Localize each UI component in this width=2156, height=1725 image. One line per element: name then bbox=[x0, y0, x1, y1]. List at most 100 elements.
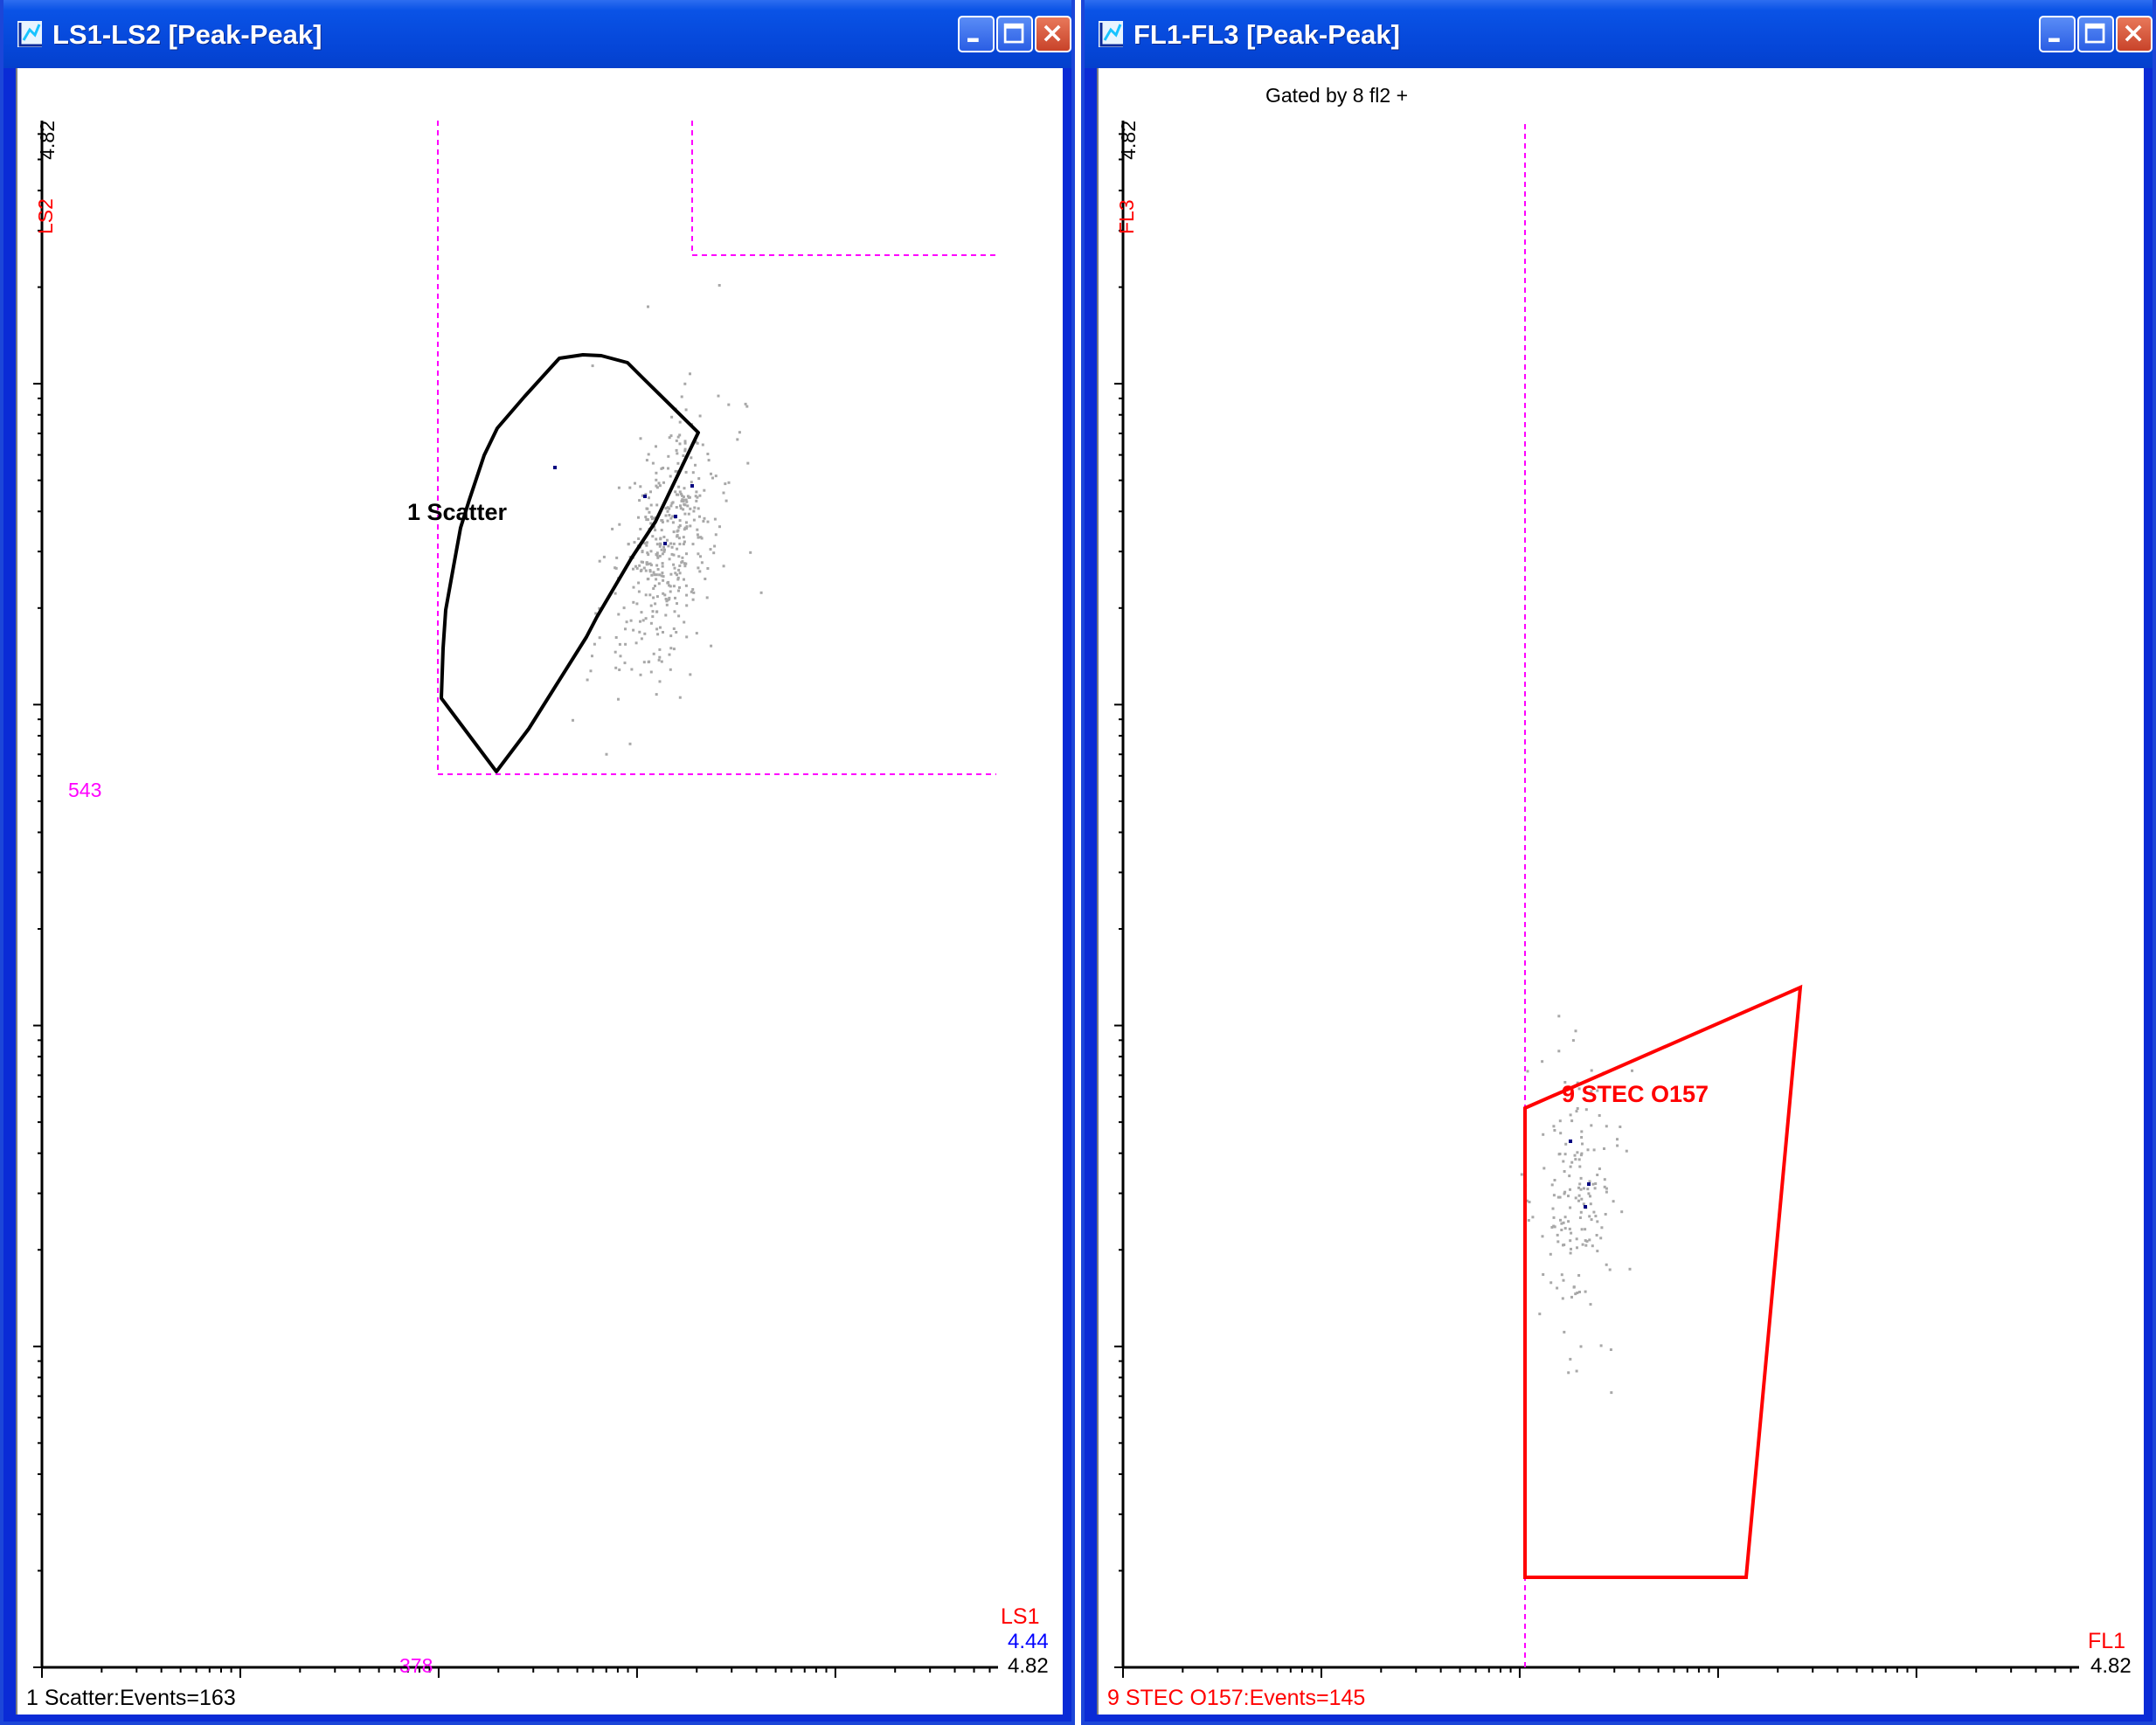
event-dot bbox=[572, 718, 574, 722]
close-button[interactable] bbox=[1035, 16, 1071, 52]
event-dot bbox=[1616, 1138, 1619, 1141]
title-bar[interactable]: LS1-LS2 [Peak-Peak] bbox=[3, 0, 1071, 68]
scatter-gate-polygon[interactable] bbox=[440, 353, 700, 773]
event-dot bbox=[642, 661, 646, 664]
event-dot bbox=[692, 509, 696, 513]
stec-o157-gate-polygon[interactable] bbox=[1523, 984, 1803, 1579]
event-dot bbox=[691, 543, 695, 546]
event-dot bbox=[1569, 1206, 1572, 1209]
event-dot bbox=[1596, 1174, 1599, 1176]
event-dot bbox=[667, 467, 669, 470]
event-dot bbox=[655, 693, 658, 696]
event-dot bbox=[678, 490, 682, 494]
event-dot bbox=[671, 515, 675, 518]
event-dot bbox=[1557, 1015, 1561, 1018]
event-dot bbox=[670, 502, 674, 505]
event-dot bbox=[676, 435, 680, 439]
plot-area[interactable]: 9 STEC O157 Gated by 8 fl2 + 4.82 FL3 FL… bbox=[1097, 68, 2144, 1715]
event-dot bbox=[683, 540, 686, 544]
event-dot bbox=[1560, 1273, 1563, 1277]
event-dot bbox=[1578, 1291, 1581, 1293]
event-dot bbox=[649, 670, 653, 674]
event-dot bbox=[1551, 1207, 1555, 1210]
quadrant-markers[interactable] bbox=[437, 121, 1000, 775]
event-dot bbox=[644, 617, 648, 620]
event-dot bbox=[686, 495, 690, 498]
event-dot bbox=[1559, 1218, 1562, 1222]
event-dot bbox=[678, 572, 682, 575]
event-dot bbox=[1569, 1165, 1572, 1168]
event-dot bbox=[637, 516, 640, 519]
event-dot bbox=[658, 648, 662, 651]
maximize-icon bbox=[1003, 23, 1024, 44]
event-dot bbox=[1576, 1107, 1579, 1110]
maximize-button[interactable] bbox=[2077, 16, 2114, 52]
event-dot bbox=[697, 477, 701, 481]
event-dot bbox=[687, 512, 690, 516]
event-dot bbox=[1581, 1142, 1584, 1146]
event-dot bbox=[673, 566, 676, 570]
event-dot bbox=[696, 528, 699, 531]
event-dot bbox=[1549, 1252, 1552, 1256]
event-dot bbox=[1569, 1251, 1572, 1255]
event-dot bbox=[1605, 1190, 1608, 1194]
event-dot bbox=[628, 486, 632, 489]
event-dot bbox=[1596, 1220, 1599, 1223]
minimize-icon bbox=[967, 38, 979, 43]
fl1-fl3-dot-plot[interactable]: 9 STEC O157 Gated by 8 fl2 + 4.82 FL3 FL… bbox=[1099, 68, 2149, 1716]
plot-axes bbox=[33, 121, 998, 1678]
event-dot bbox=[1570, 1295, 1573, 1299]
event-dot bbox=[1577, 1158, 1581, 1161]
event-dot bbox=[1584, 1244, 1588, 1247]
event-dot bbox=[1531, 1216, 1535, 1219]
title-bar[interactable]: FL1-FL3 [Peak-Peak] bbox=[1085, 0, 2153, 68]
y-axis-param-label: LS2 bbox=[34, 198, 57, 234]
event-dot bbox=[1580, 1136, 1584, 1139]
event-dot bbox=[683, 565, 687, 568]
event-dot bbox=[614, 650, 617, 654]
event-dot bbox=[645, 518, 648, 522]
event-dot bbox=[676, 535, 679, 538]
event-dot bbox=[648, 593, 652, 597]
event-dot bbox=[746, 461, 750, 465]
event-dot bbox=[668, 507, 671, 510]
event-dot bbox=[672, 530, 676, 534]
event-dot bbox=[1594, 1215, 1598, 1218]
event-dot bbox=[702, 520, 705, 523]
event-dot bbox=[1598, 1167, 1601, 1170]
gated-event-dot bbox=[1584, 1205, 1587, 1209]
gated-event-dot bbox=[553, 466, 557, 469]
y-axis-param-label: FL3 bbox=[1115, 199, 1138, 234]
event-dot bbox=[662, 536, 666, 538]
event-dot bbox=[658, 554, 662, 558]
minimize-button[interactable] bbox=[2039, 16, 2076, 52]
event-dot bbox=[617, 613, 620, 616]
event-dot bbox=[605, 752, 608, 756]
event-dot bbox=[680, 395, 683, 398]
event-dot bbox=[1578, 1182, 1582, 1186]
event-dot bbox=[701, 443, 704, 447]
event-dot bbox=[684, 408, 688, 412]
event-dot bbox=[1574, 1158, 1577, 1161]
event-dot bbox=[659, 626, 662, 629]
maximize-button[interactable] bbox=[996, 16, 1033, 52]
event-dot bbox=[615, 556, 619, 559]
event-dot bbox=[664, 613, 668, 617]
close-button[interactable] bbox=[2116, 16, 2153, 52]
event-dot bbox=[690, 456, 693, 460]
event-dot bbox=[679, 504, 682, 508]
event-dot bbox=[655, 595, 659, 599]
event-dot bbox=[678, 696, 682, 699]
event-dot bbox=[727, 481, 731, 484]
ls1-ls2-dot-plot[interactable]: 1 Scatter 4.82 LS2 543 378 LS1 4.44 4.82 bbox=[17, 68, 1068, 1716]
event-dot bbox=[1562, 1244, 1564, 1247]
event-dot bbox=[1612, 1200, 1615, 1203]
event-dot bbox=[676, 452, 679, 455]
event-dot bbox=[655, 478, 658, 481]
minimize-button[interactable] bbox=[958, 16, 995, 52]
event-dot bbox=[668, 558, 671, 561]
event-dot bbox=[664, 507, 668, 510]
event-dot bbox=[1585, 1240, 1589, 1244]
event-dot bbox=[635, 602, 639, 606]
plot-area[interactable]: 1 Scatter 4.82 LS2 543 378 LS1 4.44 4.82… bbox=[16, 68, 1063, 1715]
